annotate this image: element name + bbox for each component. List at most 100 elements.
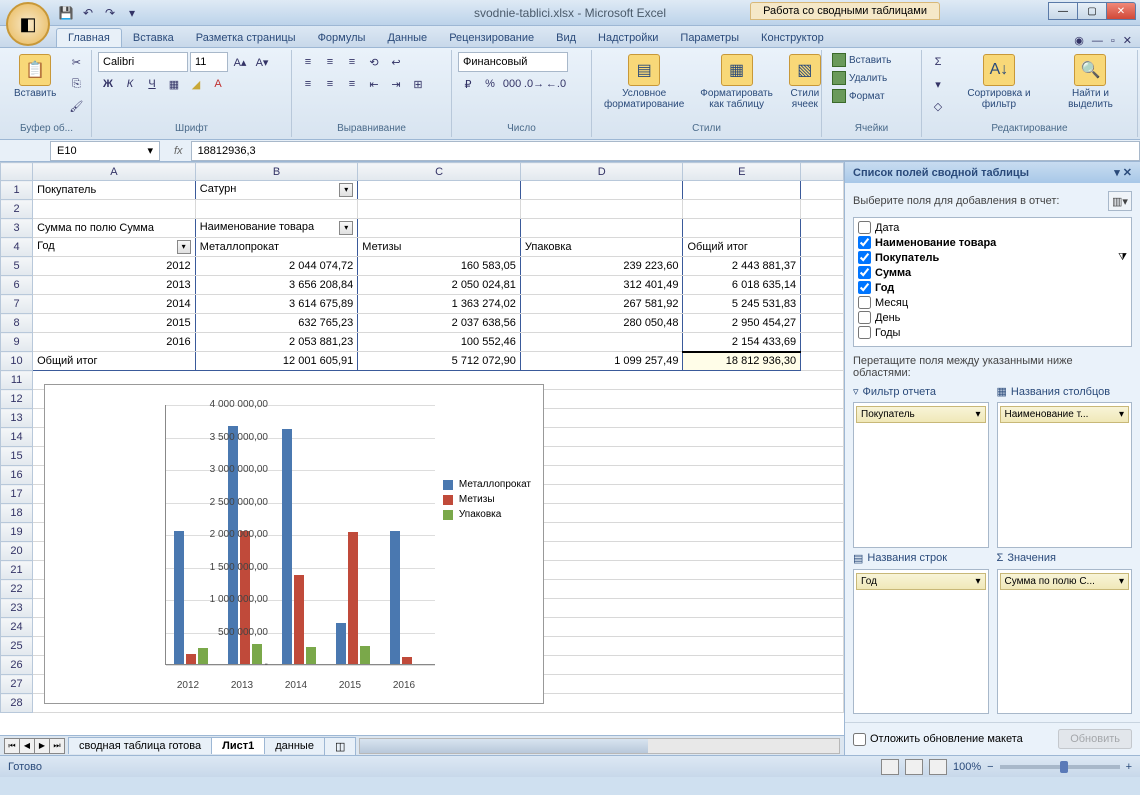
area-filter-box[interactable]: Покупатель▾	[853, 402, 989, 548]
area-pill[interactable]: Наименование т...▾	[1000, 406, 1130, 423]
format-painter-icon[interactable]: 🖌	[66, 96, 86, 116]
col-header-A[interactable]: A	[33, 163, 196, 181]
paste-button[interactable]: 📋 Вставить	[8, 52, 62, 101]
pivot-row-field[interactable]: Год▾	[33, 238, 196, 257]
minimize-button[interactable]: —	[1048, 2, 1078, 20]
first-sheet-icon[interactable]: ⏮	[4, 738, 20, 754]
pivot-column-field[interactable]: Наименование товара▾	[195, 219, 358, 238]
align-bottom-icon[interactable]: ≡	[342, 52, 362, 72]
border-icon[interactable]: ▦	[164, 74, 184, 94]
insert-cells-button[interactable]: Вставить	[828, 52, 895, 68]
office-button[interactable]: ◧	[6, 2, 50, 46]
filter-dropdown-icon[interactable]: ▾	[177, 240, 191, 254]
save-icon[interactable]: 💾	[56, 3, 76, 23]
inc-decimal-icon[interactable]: .0→	[524, 74, 544, 94]
name-box[interactable]: E10▾	[50, 141, 160, 161]
clear-icon[interactable]: ◇	[928, 96, 948, 116]
col-header-C[interactable]: C	[358, 163, 521, 181]
close-panel-icon[interactable]: ✕	[1123, 167, 1132, 179]
conditional-formatting-button[interactable]: ▤Условное форматирование	[598, 52, 690, 112]
normal-view-icon[interactable]	[881, 759, 899, 775]
pivot-filter-value-cell[interactable]: Сатурн▾	[195, 181, 358, 200]
field-item[interactable]: Годы	[856, 325, 1129, 340]
spreadsheet-grid[interactable]: A B C D E 1 Покупатель Сатурн▾ 2 3 Сумма…	[0, 162, 844, 735]
pivot-context-tab[interactable]: Работа со сводными таблицами	[750, 2, 940, 20]
area-vals-box[interactable]: Сумма по полю С...▾	[997, 569, 1133, 715]
tab-data[interactable]: Данные	[376, 29, 438, 47]
delete-cells-button[interactable]: Удалить	[828, 70, 891, 86]
thousands-icon[interactable]: 000	[502, 74, 522, 94]
field-item[interactable]: Сумма	[856, 265, 1129, 280]
font-size-select[interactable]	[190, 52, 228, 72]
underline-button[interactable]: Ч	[142, 74, 162, 94]
align-right-icon[interactable]: ≡	[342, 74, 362, 94]
sheet-tab[interactable]: сводная таблица готова	[68, 737, 212, 754]
area-rows-box[interactable]: Год▾	[853, 569, 989, 715]
dec-decimal-icon[interactable]: ←.0	[546, 74, 566, 94]
percent-icon[interactable]: %	[480, 74, 500, 94]
zoom-level[interactable]: 100%	[953, 761, 981, 773]
tab-design[interactable]: Конструктор	[750, 29, 835, 47]
area-pill[interactable]: Год▾	[856, 573, 986, 590]
redo-icon[interactable]: ↷	[100, 3, 120, 23]
field-item[interactable]: Наименование товара	[856, 235, 1129, 250]
merge-icon[interactable]: ⊞	[408, 74, 428, 94]
maximize-button[interactable]: ▢	[1077, 2, 1107, 20]
zoom-slider[interactable]	[1000, 765, 1120, 769]
sheet-tab[interactable]: Лист1	[211, 737, 265, 754]
field-item[interactable]: Год	[856, 280, 1129, 295]
tab-view[interactable]: Вид	[545, 29, 587, 47]
col-header-D[interactable]: D	[520, 163, 683, 181]
tab-page-layout[interactable]: Разметка страницы	[185, 29, 307, 47]
fx-icon[interactable]: fx	[174, 145, 183, 157]
shrink-font-icon[interactable]: A▾	[252, 52, 272, 72]
copy-icon[interactable]: ⎘	[66, 74, 86, 94]
col-header-E[interactable]: E	[683, 163, 801, 181]
wrap-text-icon[interactable]: ↩	[386, 52, 406, 72]
tab-options[interactable]: Параметры	[669, 29, 750, 47]
field-item[interactable]: День	[856, 310, 1129, 325]
field-item[interactable]: Месяц	[856, 295, 1129, 310]
last-sheet-icon[interactable]: ⏭	[49, 738, 65, 754]
horizontal-scrollbar[interactable]	[359, 738, 840, 754]
align-left-icon[interactable]: ≡	[298, 74, 318, 94]
layout-options-button[interactable]: ▥▾	[1108, 191, 1132, 211]
close-button[interactable]: ✕	[1106, 2, 1136, 20]
prev-sheet-icon[interactable]: ◀	[19, 738, 35, 754]
new-sheet-icon[interactable]: ◫	[324, 737, 356, 755]
undo-icon[interactable]: ↶	[78, 3, 98, 23]
col-header-B[interactable]: B	[195, 163, 358, 181]
tab-formulas[interactable]: Формулы	[307, 29, 377, 47]
update-button[interactable]: Обновить	[1058, 729, 1132, 749]
page-break-view-icon[interactable]	[929, 759, 947, 775]
font-color-icon[interactable]: A	[208, 74, 228, 94]
sheet-tab[interactable]: данные	[264, 737, 325, 754]
format-as-table-button[interactable]: ▦Форматировать как таблицу	[694, 52, 779, 112]
tab-review[interactable]: Рецензирование	[438, 29, 545, 47]
italic-button[interactable]: К	[120, 74, 140, 94]
currency-icon[interactable]: ₽	[458, 74, 478, 94]
area-pill[interactable]: Сумма по полю С...▾	[1000, 573, 1130, 590]
next-sheet-icon[interactable]: ▶	[34, 738, 50, 754]
area-pill[interactable]: Покупатель▾	[856, 406, 986, 423]
zoom-in-icon[interactable]: +	[1126, 761, 1132, 773]
number-format-select[interactable]	[458, 52, 568, 72]
field-list[interactable]: Дата Наименование товара Покупатель⧩ Сум…	[853, 217, 1132, 347]
page-layout-view-icon[interactable]	[905, 759, 923, 775]
autosum-icon[interactable]: Σ	[928, 52, 948, 72]
field-item[interactable]: Дата	[856, 220, 1129, 235]
help-icon[interactable]: ◉	[1074, 34, 1084, 47]
minimize-ribbon-icon[interactable]: —	[1092, 35, 1103, 47]
formula-input[interactable]: 18812936,3	[191, 141, 1140, 161]
defer-update-checkbox[interactable]: Отложить обновление макета	[853, 733, 1023, 746]
find-select-button[interactable]: 🔍Найти и выделить	[1050, 52, 1131, 112]
qat-dropdown-icon[interactable]: ▾	[122, 3, 142, 23]
chevron-down-icon[interactable]: ▾	[147, 144, 153, 157]
align-center-icon[interactable]: ≡	[320, 74, 340, 94]
close-workbook-icon[interactable]: ✕	[1123, 34, 1132, 47]
cut-icon[interactable]: ✂	[66, 52, 86, 72]
sort-filter-button[interactable]: A↓Сортировка и фильтр	[952, 52, 1046, 112]
selected-cell[interactable]: 18 812 936,30	[683, 352, 801, 371]
font-name-select[interactable]	[98, 52, 188, 72]
area-cols-box[interactable]: Наименование т...▾	[997, 402, 1133, 548]
